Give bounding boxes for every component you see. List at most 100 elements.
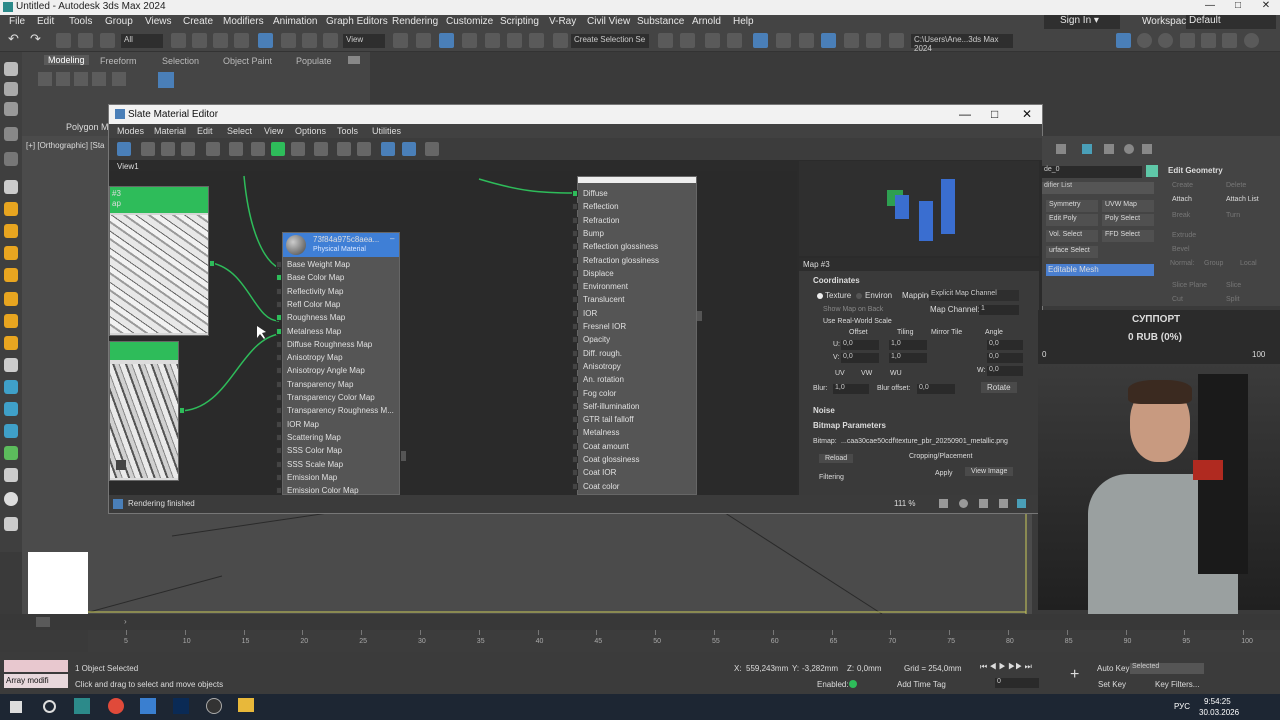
reload-button[interactable]: Reload bbox=[819, 454, 854, 463]
ribbon-tab-populate[interactable]: Populate bbox=[296, 56, 332, 66]
geometry-button[interactable]: Delete bbox=[1226, 182, 1246, 189]
physical-slot-port[interactable] bbox=[276, 367, 282, 375]
link-icon[interactable] bbox=[56, 33, 71, 48]
environ-radio[interactable] bbox=[856, 293, 862, 299]
node-graph[interactable]: #3 ap 73f84a975c8aea... Physical Materia… bbox=[109, 171, 797, 495]
panel-tab-motion[interactable] bbox=[1124, 144, 1134, 154]
view-image-button[interactable]: View Image bbox=[965, 467, 1014, 476]
system-icon[interactable] bbox=[4, 268, 18, 282]
panel-tab-hierarchy[interactable] bbox=[1104, 144, 1114, 154]
vray-slot-label[interactable]: Translucent bbox=[583, 295, 625, 304]
close-button[interactable]: ✕ bbox=[1252, 0, 1280, 15]
vray-slot-port[interactable] bbox=[572, 482, 578, 490]
add-keyframe-icon[interactable]: + bbox=[1070, 666, 1079, 684]
tree-icon[interactable] bbox=[4, 446, 18, 460]
blur-offset-field[interactable]: 0,0 bbox=[917, 384, 955, 394]
ribbon-tool-2[interactable] bbox=[56, 72, 70, 86]
physical-slot-port[interactable] bbox=[276, 433, 282, 441]
folder-icon[interactable] bbox=[238, 698, 254, 712]
bitmap-parameters-rollout[interactable]: Bitmap Parameters bbox=[813, 421, 886, 430]
collapse-icon[interactable]: – bbox=[390, 234, 394, 243]
material-id-icon[interactable] bbox=[314, 142, 328, 156]
u-angle-field[interactable]: 0,0 bbox=[987, 340, 1023, 350]
ribbon-tool-4[interactable] bbox=[92, 72, 106, 86]
language-indicator[interactable]: РУС bbox=[1174, 702, 1190, 711]
vray-lister-icon[interactable] bbox=[1201, 33, 1216, 48]
maxscript-listener[interactable]: Array modifi bbox=[4, 674, 68, 688]
menu-substance[interactable]: Substance bbox=[637, 16, 684, 27]
layout-children-icon[interactable] bbox=[402, 142, 416, 156]
add-time-tag[interactable]: Add Time Tag bbox=[897, 680, 946, 689]
render-icon[interactable] bbox=[4, 517, 18, 531]
hierarchy-panel-icon[interactable] bbox=[4, 102, 18, 116]
vray-slot-port[interactable] bbox=[572, 190, 578, 197]
angle-snap-icon[interactable] bbox=[485, 33, 500, 48]
explorer-icon[interactable] bbox=[140, 698, 156, 714]
search-icon[interactable] bbox=[43, 700, 56, 713]
menu-graph-editors[interactable]: Graph Editors bbox=[326, 16, 388, 27]
texture-radio[interactable] bbox=[817, 293, 823, 299]
selection-filter-dropdown[interactable]: All bbox=[121, 34, 163, 48]
physical-slot-label[interactable]: Transparency Roughness M... bbox=[287, 406, 394, 415]
bitmap-node-output-port[interactable] bbox=[209, 260, 215, 267]
pan-icon[interactable] bbox=[939, 499, 948, 508]
vray-slot-port[interactable] bbox=[572, 203, 578, 211]
vray-slot-label[interactable]: Refraction glossiness bbox=[583, 256, 659, 265]
vray-slot-label[interactable]: Refraction bbox=[583, 216, 619, 225]
go-forward-sibling-icon[interactable] bbox=[357, 142, 371, 156]
vray-slot-port[interactable] bbox=[572, 362, 578, 370]
grid-sphere-icon[interactable] bbox=[4, 492, 18, 506]
y-coordinate[interactable]: -3,282mm bbox=[802, 664, 838, 673]
physical-slot-label[interactable]: Base Color Map bbox=[287, 273, 344, 282]
slate-menu-material[interactable]: Material bbox=[154, 126, 186, 136]
photoshop-icon[interactable] bbox=[173, 698, 189, 714]
redo-icon[interactable]: ↷ bbox=[30, 31, 45, 46]
ribbon-tab-modeling[interactable]: Modeling bbox=[44, 55, 89, 65]
ribbon-tool-1[interactable] bbox=[38, 72, 52, 86]
set-key-button[interactable]: Set Key bbox=[1098, 680, 1126, 689]
snaps-toggle-icon[interactable] bbox=[462, 33, 477, 48]
help-icon[interactable] bbox=[1244, 33, 1259, 48]
physical-slot-port[interactable] bbox=[276, 447, 282, 455]
vray-slot-label[interactable]: Coat color bbox=[583, 482, 619, 491]
assign-material-icon[interactable] bbox=[181, 142, 195, 156]
delete-selected-icon[interactable] bbox=[206, 142, 220, 156]
physical-slot-label[interactable]: Refl Color Map bbox=[287, 300, 340, 309]
teapot-icon[interactable] bbox=[4, 358, 18, 372]
rendered-frame-window-icon[interactable] bbox=[866, 33, 881, 48]
workspaces-dropdown[interactable]: Default bbox=[1186, 15, 1276, 29]
physical-slot-port[interactable] bbox=[276, 460, 282, 468]
vray-slot-port[interactable] bbox=[572, 389, 578, 397]
vray-slot-label[interactable]: GTR tail falloff bbox=[583, 415, 634, 424]
vray-slot-label[interactable]: Fog color bbox=[583, 389, 616, 398]
layout-all-icon[interactable] bbox=[381, 142, 395, 156]
menu-customize[interactable]: Customize bbox=[446, 16, 493, 27]
menu-edit[interactable]: Edit bbox=[37, 16, 54, 27]
vray-slot-label[interactable]: IOR bbox=[583, 309, 597, 318]
geometry-button[interactable]: Cut bbox=[1172, 296, 1183, 303]
geometry-button[interactable]: Bevel bbox=[1172, 246, 1190, 253]
menu-scripting[interactable]: Scripting bbox=[500, 16, 539, 27]
select-object-icon[interactable] bbox=[171, 33, 186, 48]
track-bar[interactable]: › bbox=[0, 614, 1280, 630]
pick-material-icon[interactable] bbox=[141, 142, 155, 156]
v-tiling-field[interactable]: 1,0 bbox=[889, 353, 927, 363]
bind-space-warp-icon[interactable] bbox=[100, 33, 115, 48]
slate-menu-select[interactable]: Select bbox=[227, 126, 252, 136]
motion-panel-icon[interactable] bbox=[4, 127, 18, 141]
particle-icon[interactable] bbox=[4, 336, 18, 350]
render-production-icon[interactable] bbox=[889, 33, 904, 48]
auto-key-button[interactable]: Auto Key bbox=[1097, 664, 1129, 673]
bitmap-node-2-header[interactable] bbox=[110, 342, 178, 360]
physical-slot-port[interactable] bbox=[276, 327, 282, 335]
modifier-button[interactable]: UVW Map bbox=[1102, 200, 1154, 212]
slate-menu-utilities[interactable]: Utilities bbox=[372, 126, 401, 136]
vray-slot-label[interactable]: Coat glossiness bbox=[583, 455, 639, 464]
lock-icon[interactable] bbox=[116, 460, 126, 470]
physical-slot-label[interactable]: Emission Map bbox=[287, 473, 337, 482]
modifier-button[interactable]: Poly Select bbox=[1102, 214, 1154, 226]
physical-slot-port[interactable] bbox=[276, 261, 282, 268]
camera-icon[interactable] bbox=[4, 180, 18, 194]
ribbon-tool-5[interactable] bbox=[112, 72, 126, 86]
menu-group[interactable]: Group bbox=[105, 16, 133, 27]
